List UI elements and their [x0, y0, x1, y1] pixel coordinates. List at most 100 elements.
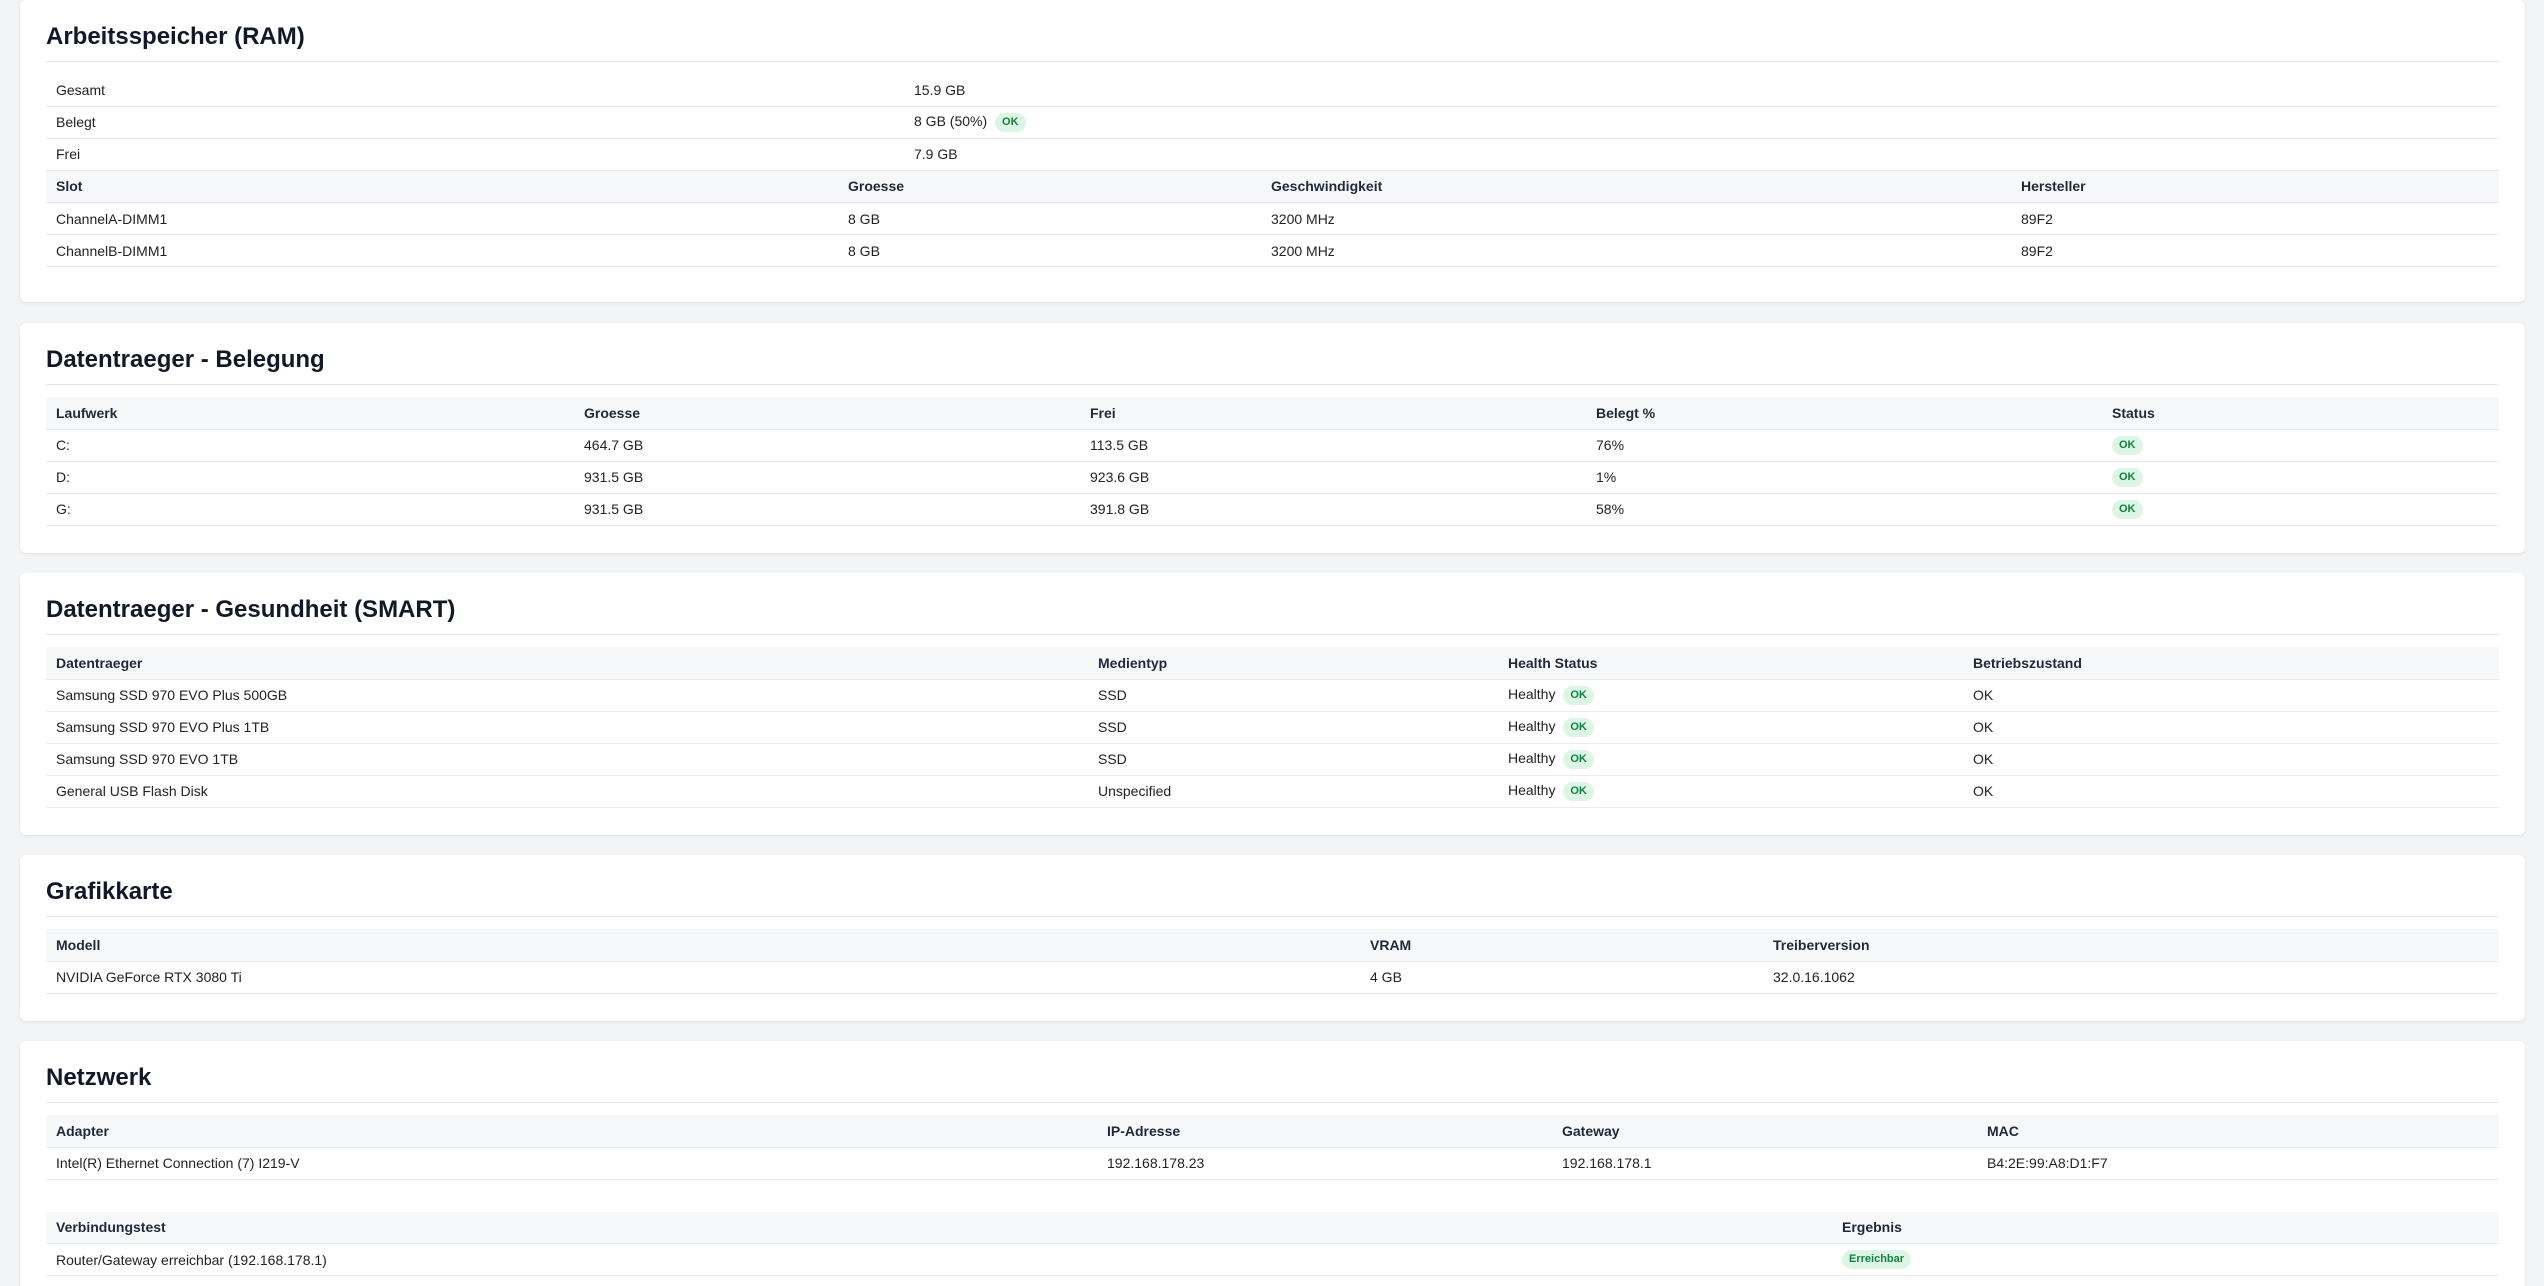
table-header-row: Verbindungstest Ergebnis	[46, 1211, 2499, 1244]
table-header-row: Modell VRAM Treiberversion	[46, 929, 2499, 962]
column-header: Verbindungstest	[46, 1211, 1832, 1244]
ram-title: Arbeitsspeicher (RAM)	[46, 0, 2499, 62]
mac-cell: B4:2E:99:A8:D1:F7	[1977, 1147, 2499, 1180]
gpu-card: Grafikkarte Modell VRAM Treiberversion N…	[20, 855, 2525, 1021]
column-header: Adapter	[46, 1115, 1097, 1148]
operational-status-cell: OK	[1963, 679, 2499, 712]
table-row: NVIDIA GeForce RTX 3080 Ti 4 GB 32.0.16.…	[46, 961, 2499, 994]
status-badge: OK	[1563, 781, 1594, 801]
table-row: Router/Gateway erreichbar (192.168.178.1…	[46, 1243, 2499, 1276]
column-header: Geschwindigkeit	[1261, 170, 2011, 203]
free-cell: 923.6 GB	[1080, 461, 1586, 494]
connection-test-table: Verbindungstest Ergebnis Router/Gateway …	[46, 1211, 2499, 1276]
media-type-cell: Unspecified	[1088, 775, 1498, 808]
gpu-table: Modell VRAM Treiberversion NVIDIA GeForc…	[46, 929, 2499, 994]
column-header: Ergebnis	[1832, 1211, 2499, 1244]
table-row: G: 931.5 GB 391.8 GB 58% OK	[46, 493, 2499, 526]
disk-usage-card: Datentraeger - Belegung Laufwerk Groesse…	[20, 323, 2525, 553]
network-card: Netzwerk Adapter IP-Adresse Gateway MAC …	[20, 1041, 2525, 1286]
disk-usage-title: Datentraeger - Belegung	[46, 323, 2499, 385]
disk-name-cell: General USB Flash Disk	[46, 775, 1088, 808]
column-header: Laufwerk	[46, 397, 574, 430]
media-type-cell: SSD	[1088, 679, 1498, 712]
status-badge: Erreichbar	[1842, 1250, 1912, 1269]
table-header-row: Adapter IP-Adresse Gateway MAC	[46, 1115, 2499, 1148]
size-cell: 931.5 GB	[574, 461, 1080, 494]
disk-health-title: Datentraeger - Gesundheit (SMART)	[46, 573, 2499, 635]
table-header-row: Datentraeger Medientyp Health Status Bet…	[46, 647, 2499, 680]
ram-slots-table: Slot Groesse Geschwindigkeit Hersteller …	[46, 170, 2499, 267]
table-row: Gesamt 15.9 GB	[46, 74, 2499, 107]
drive-cell: D:	[46, 461, 574, 494]
table-row: C: 464.7 GB 113.5 GB 76% OK	[46, 429, 2499, 462]
slot-cell: ChannelB-DIMM1	[46, 234, 838, 267]
free-cell: 113.5 GB	[1080, 429, 1586, 462]
speed-cell: 3200 MHz	[1261, 202, 2011, 235]
column-header: Betriebszustand	[1963, 647, 2499, 680]
slot-cell: ChannelA-DIMM1	[46, 202, 838, 235]
size-cell: 931.5 GB	[574, 493, 1080, 526]
manufacturer-cell: 89F2	[2011, 234, 2499, 267]
column-header: Health Status	[1498, 647, 1963, 680]
size-cell: 464.7 GB	[574, 429, 1080, 462]
table-row: Samsung SSD 970 EVO Plus 500GB SSD Healt…	[46, 679, 2499, 712]
column-header: Gateway	[1552, 1115, 1977, 1148]
media-type-cell: SSD	[1088, 711, 1498, 744]
gateway-cell: 192.168.178.1	[1552, 1147, 1977, 1180]
column-header: Groesse	[838, 170, 1261, 203]
column-header: Treiberversion	[1763, 929, 2499, 962]
health-status-text: Healthy	[1508, 749, 1556, 766]
ram-used-label: Belegt	[46, 106, 904, 139]
column-header: MAC	[1977, 1115, 2499, 1148]
table-row: Belegt 8 GB (50%) OK	[46, 106, 2499, 139]
operational-status-cell: OK	[1963, 775, 2499, 808]
table-header-row: Laufwerk Groesse Frei Belegt % Status	[46, 397, 2499, 430]
status-badge: OK	[995, 112, 1026, 132]
table-row: Samsung SSD 970 EVO Plus 1TB SSD Healthy…	[46, 711, 2499, 744]
used-percent-cell: 76%	[1586, 429, 2102, 462]
used-percent-cell: 1%	[1586, 461, 2102, 494]
ip-address-cell: 192.168.178.23	[1097, 1147, 1552, 1180]
ram-total-label: Gesamt	[46, 74, 904, 107]
ram-free-label: Frei	[46, 138, 904, 171]
health-status-text: Healthy	[1508, 717, 1556, 734]
adapter-cell: Intel(R) Ethernet Connection (7) I219-V	[46, 1147, 1097, 1180]
disk-usage-table: Laufwerk Groesse Frei Belegt % Status C:…	[46, 397, 2499, 526]
disk-name-cell: Samsung SSD 970 EVO Plus 500GB	[46, 679, 1088, 712]
column-header: Hersteller	[2011, 170, 2499, 203]
column-header: Frei	[1080, 397, 1586, 430]
network-adapter-table: Adapter IP-Adresse Gateway MAC Intel(R) …	[46, 1115, 2499, 1180]
table-row: Frei 7.9 GB	[46, 138, 2499, 171]
disk-name-cell: Samsung SSD 970 EVO Plus 1TB	[46, 711, 1088, 744]
manufacturer-cell: 89F2	[2011, 202, 2499, 235]
table-row: ChannelA-DIMM1 8 GB 3200 MHz 89F2	[46, 202, 2499, 235]
ram-total-value: 15.9 GB	[904, 74, 2499, 107]
status-badge: OK	[2112, 499, 2143, 519]
gpu-driver-cell: 32.0.16.1062	[1763, 961, 2499, 994]
gpu-title: Grafikkarte	[46, 855, 2499, 917]
connection-test-cell: Router/Gateway erreichbar (192.168.178.1…	[46, 1243, 1832, 1276]
health-status-text: Healthy	[1508, 685, 1556, 702]
column-header: Groesse	[574, 397, 1080, 430]
status-badge: OK	[1563, 717, 1594, 737]
health-status-text: Healthy	[1508, 781, 1556, 798]
table-row: D: 931.5 GB 923.6 GB 1% OK	[46, 461, 2499, 494]
column-header: Slot	[46, 170, 838, 203]
page: Arbeitsspeicher (RAM) Gesamt 15.9 GB Bel…	[0, 0, 2544, 1286]
table-row: Intel(R) Ethernet Connection (7) I219-V …	[46, 1147, 2499, 1180]
column-header: Datentraeger	[46, 647, 1088, 680]
table-row: ChannelB-DIMM1 8 GB 3200 MHz 89F2	[46, 234, 2499, 267]
size-cell: 8 GB	[838, 202, 1261, 235]
disk-health-table: Datentraeger Medientyp Health Status Bet…	[46, 647, 2499, 808]
status-badge: OK	[2112, 435, 2143, 455]
drive-cell: G:	[46, 493, 574, 526]
status-badge: OK	[2112, 467, 2143, 487]
disk-health-card: Datentraeger - Gesundheit (SMART) Datent…	[20, 573, 2525, 835]
network-title: Netzwerk	[46, 1041, 2499, 1103]
disk-name-cell: Samsung SSD 970 EVO 1TB	[46, 743, 1088, 776]
ram-used-value: 8 GB (50%)	[914, 112, 988, 129]
table-row: General USB Flash Disk Unspecified Healt…	[46, 775, 2499, 808]
gpu-vram-cell: 4 GB	[1360, 961, 1763, 994]
size-cell: 8 GB	[838, 234, 1261, 267]
column-header: Status	[2102, 397, 2499, 430]
